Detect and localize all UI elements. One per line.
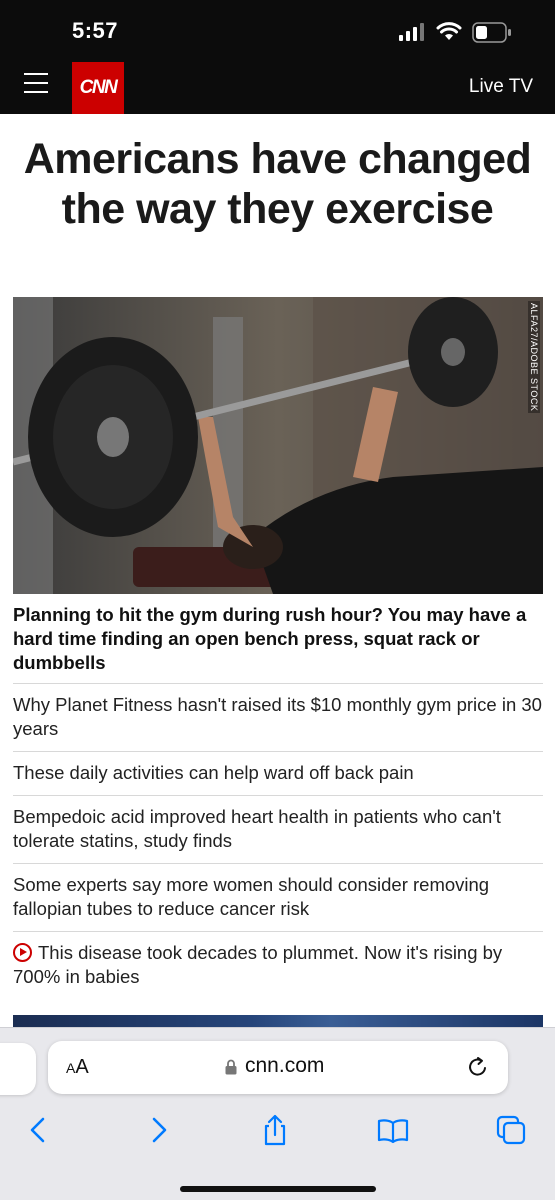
forward-icon[interactable] [141,1113,175,1147]
story-link[interactable]: Bempedoic acid improved heart health in … [13,795,543,863]
url-text: cnn.com [245,1054,325,1077]
live-tv-link[interactable]: Live TV [469,76,533,98]
play-video-icon [13,943,32,962]
address-bar[interactable]: AA cnn.com [48,1041,508,1094]
cnn-logo[interactable]: CNN [72,62,124,114]
reload-icon[interactable] [466,1055,490,1079]
bookmarks-icon[interactable] [376,1113,410,1147]
home-indicator[interactable] [180,1186,376,1192]
image-credit: ALFA27/ADOBE STOCK [528,301,540,414]
lock-icon [225,1059,237,1075]
story-title: These daily activities can help ward off… [13,762,414,783]
story-link[interactable]: Some experts say more women should consi… [13,863,543,931]
image-caption[interactable]: Planning to hit the gym during rush hour… [13,603,533,675]
story-title: Why Planet Fitness hasn't raised its $10… [13,694,542,739]
top-bar: 5:57 CNN Live TV [0,0,555,114]
story-link[interactable]: Why Planet Fitness hasn't raised its $10… [13,683,543,751]
tabs-icon[interactable] [494,1113,528,1147]
hero-image[interactable]: ALFA27/ADOBE STOCK [13,297,543,594]
share-icon[interactable] [258,1113,292,1147]
cellular-signal-icon [399,23,424,41]
next-article-image[interactable] [13,1015,543,1027]
reader-options-button[interactable]: AA [66,1056,89,1079]
previous-tab-preview[interactable] [0,1043,36,1095]
story-title: Bempedoic acid improved heart health in … [13,806,501,851]
story-title: This disease took decades to plummet. No… [13,942,503,987]
status-time: 5:57 [72,18,119,43]
cnn-logo-text: CNN [79,77,118,98]
battery-icon [472,22,511,43]
article-headline[interactable]: Americans have changed the way they exer… [20,134,535,234]
story-link[interactable]: These daily activities can help ward off… [13,751,543,795]
video-story-link[interactable]: This disease took decades to plummet. No… [13,931,543,999]
bench-press-photo [13,297,543,594]
related-stories-list: Why Planet Fitness hasn't raised its $10… [13,683,543,999]
back-icon[interactable] [22,1113,56,1147]
browser-toolbar: AA cnn.com [0,1027,555,1200]
story-title: Some experts say more women should consi… [13,874,490,919]
aa-large-letter: A [75,1056,89,1078]
hamburger-menu-icon[interactable] [24,73,48,95]
wifi-icon [436,22,462,40]
aa-small-letter: A [66,1060,76,1076]
